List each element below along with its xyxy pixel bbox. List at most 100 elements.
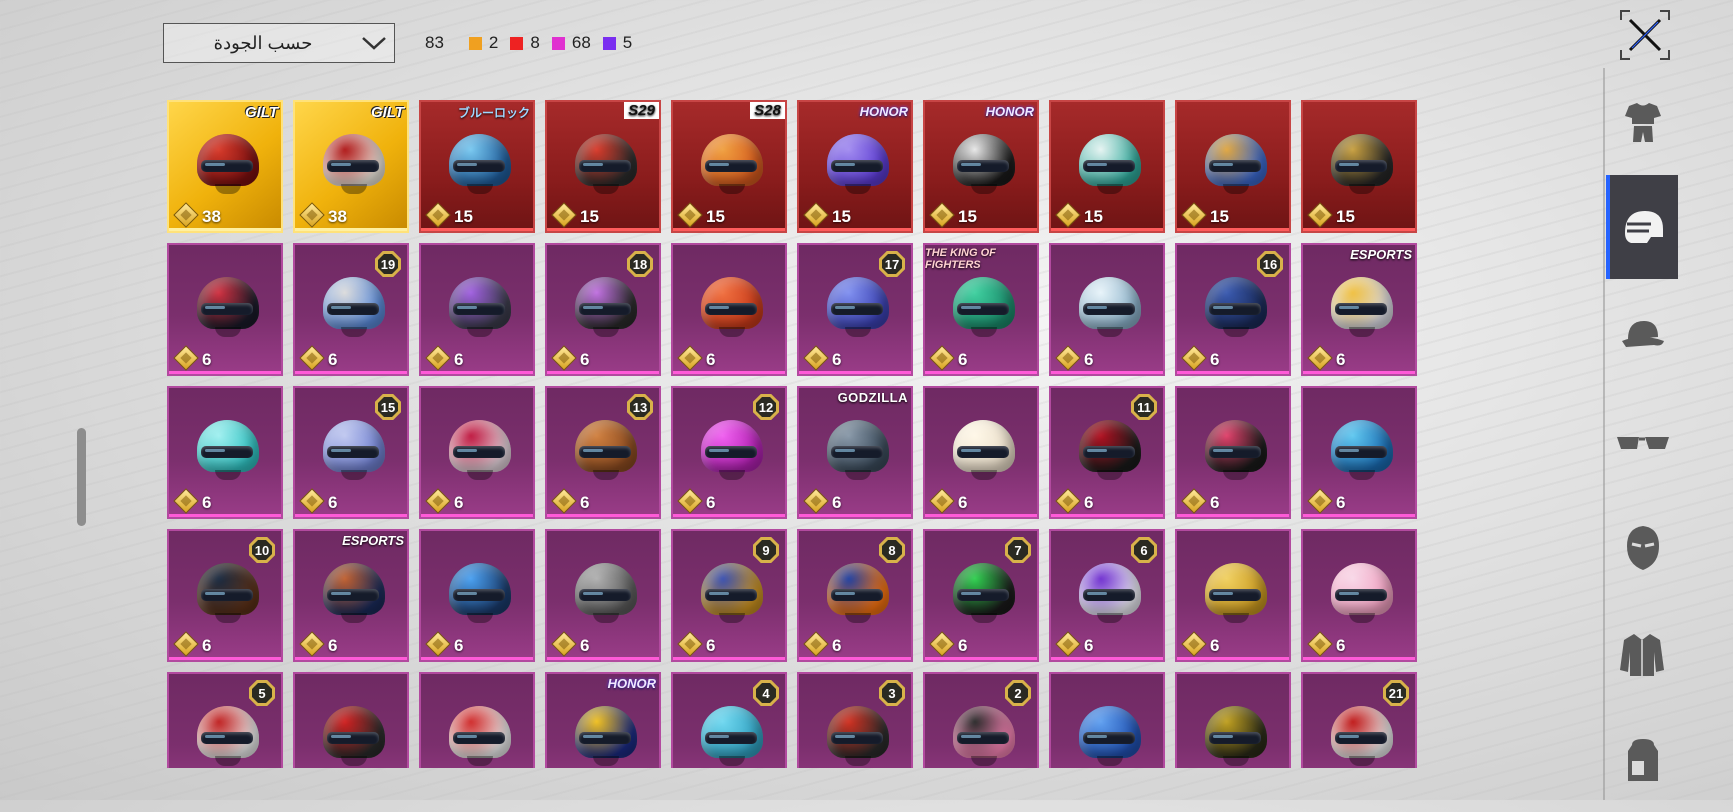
item-tile[interactable]: 56 xyxy=(167,672,283,768)
shard-icon xyxy=(929,345,955,371)
item-tile[interactable]: ESPORTS 6 xyxy=(293,529,409,662)
category-tab-hat[interactable] xyxy=(1606,283,1680,387)
item-tile[interactable]: 6 xyxy=(1049,672,1165,768)
shard-icon xyxy=(1055,202,1081,228)
category-tab-glasses[interactable] xyxy=(1606,391,1680,495)
item-count: 6 xyxy=(1336,636,1346,655)
sort-dropdown[interactable]: حسب الجودة xyxy=(163,23,395,63)
shard-icon xyxy=(1307,202,1333,228)
item-tile[interactable]: 6 xyxy=(419,243,535,376)
item-brand-tag: S29 xyxy=(624,102,659,119)
item-tile[interactable]: 15 xyxy=(1049,100,1165,233)
item-tile[interactable]: 6 xyxy=(923,386,1039,519)
item-tile[interactable]: GILT 38 xyxy=(293,100,409,233)
level-badge: 9 xyxy=(753,537,779,563)
item-tile[interactable]: 6 xyxy=(167,243,283,376)
item-tile[interactable]: GILT 38 xyxy=(167,100,283,233)
item-tile[interactable]: S29 15 xyxy=(545,100,661,233)
item-tile[interactable]: ESPORTS 6 xyxy=(1301,243,1417,376)
item-tile[interactable]: 6 xyxy=(419,529,535,662)
item-tile[interactable]: 66 xyxy=(1049,529,1165,662)
item-tile[interactable]: 11 6 xyxy=(1049,386,1165,519)
helmet-icon xyxy=(193,555,263,627)
helmet-icon xyxy=(1075,698,1145,768)
item-tile[interactable]: 6 xyxy=(545,529,661,662)
item-tile[interactable]: 6 xyxy=(1175,529,1291,662)
item-tile[interactable]: 12 6 xyxy=(671,386,787,519)
item-tile[interactable]: HONOR 15 xyxy=(797,100,913,233)
level-badge: 18 xyxy=(627,251,653,277)
item-tile[interactable]: ブルーロック 15 xyxy=(419,100,535,233)
category-tab-backpack[interactable] xyxy=(1606,708,1680,812)
item-tile[interactable]: 19 6 xyxy=(293,243,409,376)
item-count: 6 xyxy=(706,636,716,655)
item-brand-tag: ブルーロック xyxy=(457,106,530,120)
item-tile[interactable]: 6 xyxy=(1175,386,1291,519)
item-tile[interactable]: 15 xyxy=(1175,100,1291,233)
item-tile[interactable]: 18 6 xyxy=(545,243,661,376)
shard-icon xyxy=(1055,488,1081,514)
scrollbar-handle[interactable] xyxy=(77,428,86,526)
item-tile[interactable]: 36 xyxy=(797,672,913,768)
level-badge: 5 xyxy=(249,680,275,706)
item-tile[interactable]: 46 xyxy=(671,672,787,768)
item-count: 38 xyxy=(328,207,347,226)
helmet-inventory-grid: GILT 38 GILT 38 ブルーロック 15 S29 15 S28 15 HONOR 15 HON… xyxy=(167,100,1419,768)
item-tile[interactable]: 13 6 xyxy=(545,386,661,519)
shard-icon xyxy=(299,488,325,514)
item-tile[interactable]: 96 xyxy=(671,529,787,662)
category-tab-mask[interactable] xyxy=(1606,496,1680,600)
item-count: 6 xyxy=(1336,350,1346,369)
helmet-icon xyxy=(823,269,893,341)
item-tile[interactable]: HONOR6 xyxy=(545,672,661,768)
item-tile[interactable]: 6 xyxy=(293,672,409,768)
item-count: 6 xyxy=(454,636,464,655)
item-tile[interactable]: 86 xyxy=(797,529,913,662)
item-tile[interactable]: 15 xyxy=(1301,100,1417,233)
shard-icon xyxy=(1181,631,1207,657)
item-tile[interactable]: GODZILLA 6 xyxy=(797,386,913,519)
level-badge: 21 xyxy=(1383,680,1409,706)
category-tab-helmet[interactable] xyxy=(1606,175,1678,279)
item-tile[interactable]: 6 xyxy=(419,672,535,768)
chevron-down-icon xyxy=(354,23,394,63)
shard-icon xyxy=(299,345,325,371)
item-tile[interactable]: HONOR 15 xyxy=(923,100,1039,233)
item-tile[interactable]: 16 6 xyxy=(1175,243,1291,376)
item-tile[interactable]: 6 xyxy=(1301,386,1417,519)
item-tile[interactable]: 15 6 xyxy=(293,386,409,519)
item-brand-tag: HONOR xyxy=(985,104,1034,119)
shard-icon xyxy=(1181,202,1207,228)
shard-icon xyxy=(425,202,451,228)
shard-icon xyxy=(1055,631,1081,657)
item-tile[interactable]: 17 6 xyxy=(797,243,913,376)
item-tile[interactable]: 6 xyxy=(671,243,787,376)
item-tile[interactable]: 6 xyxy=(1301,529,1417,662)
category-tab-jacket[interactable] xyxy=(1606,602,1680,706)
shard-icon xyxy=(299,202,325,228)
item-tile[interactable]: 76 xyxy=(923,529,1039,662)
helmet-icon xyxy=(571,412,641,484)
item-tile[interactable]: 6 xyxy=(167,386,283,519)
item-tile[interactable]: 10 6 xyxy=(167,529,283,662)
item-tile[interactable]: 6 xyxy=(1049,243,1165,376)
item-tile[interactable]: 216 xyxy=(1301,672,1417,768)
shard-icon xyxy=(425,345,451,371)
item-brand-tag: S28 xyxy=(750,102,785,119)
item-tile[interactable]: THE KING OF FIGHTERS 6 xyxy=(923,243,1039,376)
level-badge: 16 xyxy=(1257,251,1283,277)
item-count: 15 xyxy=(1336,207,1355,226)
shard-icon xyxy=(929,488,955,514)
shard-icon xyxy=(1307,488,1333,514)
item-tile[interactable]: S28 15 xyxy=(671,100,787,233)
helmet-icon xyxy=(697,269,767,341)
item-count: 6 xyxy=(832,636,842,655)
item-tile[interactable]: 26 xyxy=(923,672,1039,768)
item-tile[interactable]: 6 xyxy=(1175,672,1291,768)
item-tile[interactable]: 6 xyxy=(419,386,535,519)
helmet-icon xyxy=(571,555,641,627)
level-badge: 4 xyxy=(753,680,779,706)
close-button[interactable] xyxy=(1620,10,1670,60)
category-tab-outfit[interactable] xyxy=(1606,70,1680,174)
level-badge: 11 xyxy=(1131,394,1157,420)
